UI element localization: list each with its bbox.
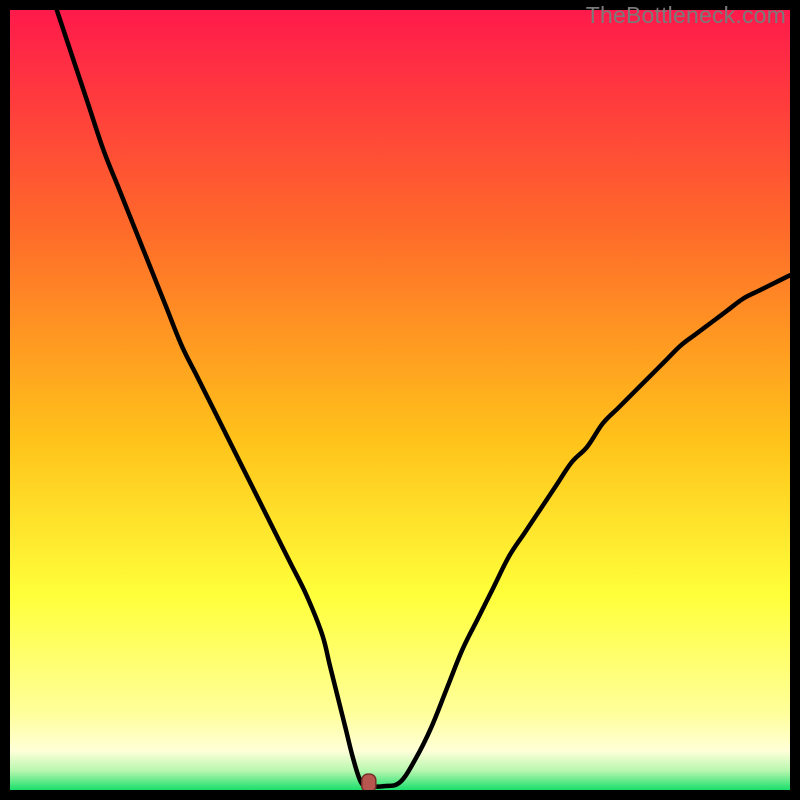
optimal-point-marker (362, 774, 376, 790)
chart-frame (10, 10, 790, 790)
watermark-text: TheBottleneck.com (586, 2, 786, 29)
bottleneck-chart (10, 10, 790, 790)
gradient-background (10, 10, 790, 790)
